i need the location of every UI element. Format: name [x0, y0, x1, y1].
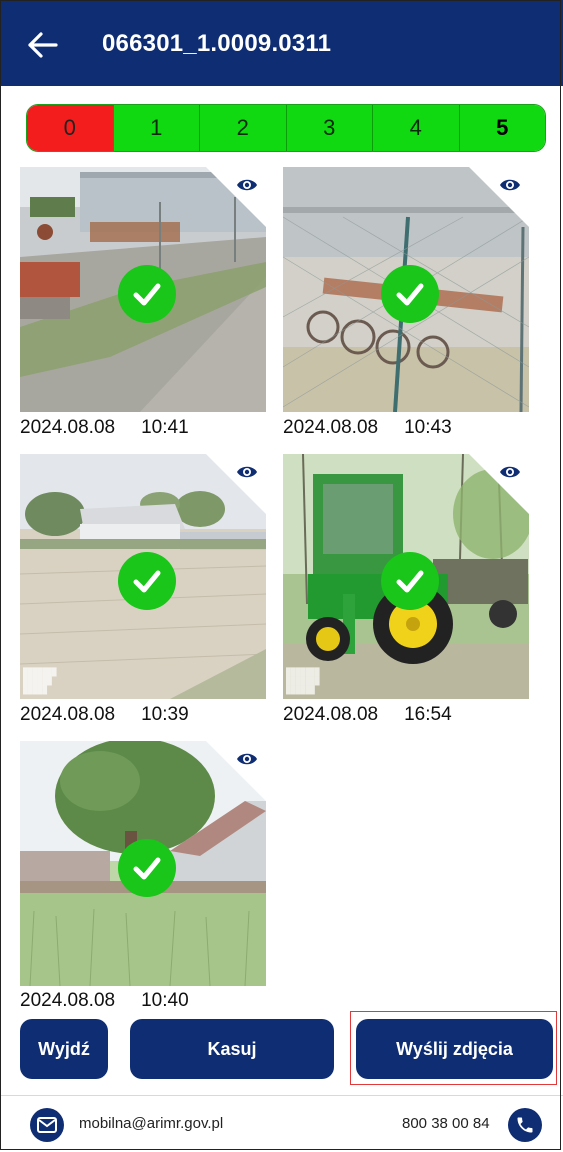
photo-date: 2024.08.08 [20, 704, 116, 725]
segment-2[interactable]: 2 [200, 105, 287, 151]
checkmark-icon [133, 283, 161, 306]
photo-thumbnail[interactable]: ███████ ██████ █████ [20, 454, 266, 699]
approved-check-badge [118, 552, 176, 610]
photo-thumbnail[interactable]: ███████ ███████ ██████ [283, 454, 529, 699]
exit-button[interactable]: Wyjdź [20, 1019, 108, 1079]
photo-timestamp: 2024.08.08 10:43 [283, 417, 452, 439]
photo-timestamp: 2024.08.08 16:54 [283, 704, 452, 726]
phone-button[interactable] [508, 1108, 542, 1142]
photo-timestamp: 2024.08.08 10:41 [20, 417, 189, 439]
back-arrow-icon [28, 32, 58, 58]
corner-fold [206, 167, 266, 227]
corner-fold [206, 454, 266, 514]
checkmark-icon [133, 570, 161, 593]
eye-icon[interactable] [499, 464, 521, 480]
segment-0[interactable]: 0 [27, 105, 114, 151]
segment-3[interactable]: 3 [286, 105, 373, 151]
photo-thumbnail[interactable] [283, 167, 529, 412]
segment-4[interactable]: 4 [373, 105, 460, 151]
photo-time: 10:40 [141, 990, 189, 1011]
photo-time: 10:41 [141, 417, 189, 438]
photo-timestamp: 2024.08.08 10:39 [20, 704, 189, 726]
approved-check-badge [381, 552, 439, 610]
corner-fold [206, 741, 266, 801]
photo-filter-segments: 0 1 2 3 4 5 [26, 104, 546, 152]
approved-check-badge [118, 265, 176, 323]
photo-date: 2024.08.08 [283, 417, 379, 438]
checkmark-icon [396, 283, 424, 306]
photo-timestamp: 2024.08.08 10:40 [20, 990, 189, 1012]
approved-check-badge [381, 265, 439, 323]
photo-time: 10:39 [141, 704, 189, 725]
approved-check-badge [118, 839, 176, 897]
eye-icon[interactable] [236, 464, 258, 480]
segment-1[interactable]: 1 [113, 105, 200, 151]
eye-icon[interactable] [499, 177, 521, 193]
photo-thumbnail[interactable] [20, 741, 266, 986]
eye-icon[interactable] [236, 751, 258, 767]
checkmark-icon [396, 570, 424, 593]
photo-date: 2024.08.08 [20, 417, 116, 438]
phone-icon [517, 1117, 533, 1133]
email-button[interactable] [30, 1108, 64, 1142]
contact-phone[interactable]: 800 38 00 84 [402, 1115, 490, 1132]
photo-thumbnail[interactable] [20, 167, 266, 412]
email-icon [37, 1117, 57, 1133]
checkmark-icon [133, 857, 161, 880]
delete-button[interactable]: Kasuj [130, 1019, 334, 1079]
send-photos-button[interactable]: Wyślij zdjęcia [356, 1019, 553, 1079]
contact-email[interactable]: mobilna@arimr.gov.pl [79, 1115, 223, 1132]
photo-watermark: ███████ ██████ █████ [23, 668, 57, 695]
back-button[interactable] [26, 29, 62, 61]
footer-divider [0, 1095, 563, 1096]
photo-time: 16:54 [404, 704, 452, 725]
corner-fold [469, 454, 529, 514]
segment-5[interactable]: 5 [459, 105, 545, 151]
photo-date: 2024.08.08 [20, 990, 116, 1011]
eye-icon[interactable] [236, 177, 258, 193]
photo-date: 2024.08.08 [283, 704, 379, 725]
corner-fold [469, 167, 529, 227]
photo-watermark: ███████ ███████ ██████ [286, 668, 320, 695]
page-title: 066301_1.0009.0311 [102, 30, 332, 57]
app-bar: 066301_1.0009.0311 [0, 0, 563, 86]
photo-time: 10:43 [404, 417, 452, 438]
